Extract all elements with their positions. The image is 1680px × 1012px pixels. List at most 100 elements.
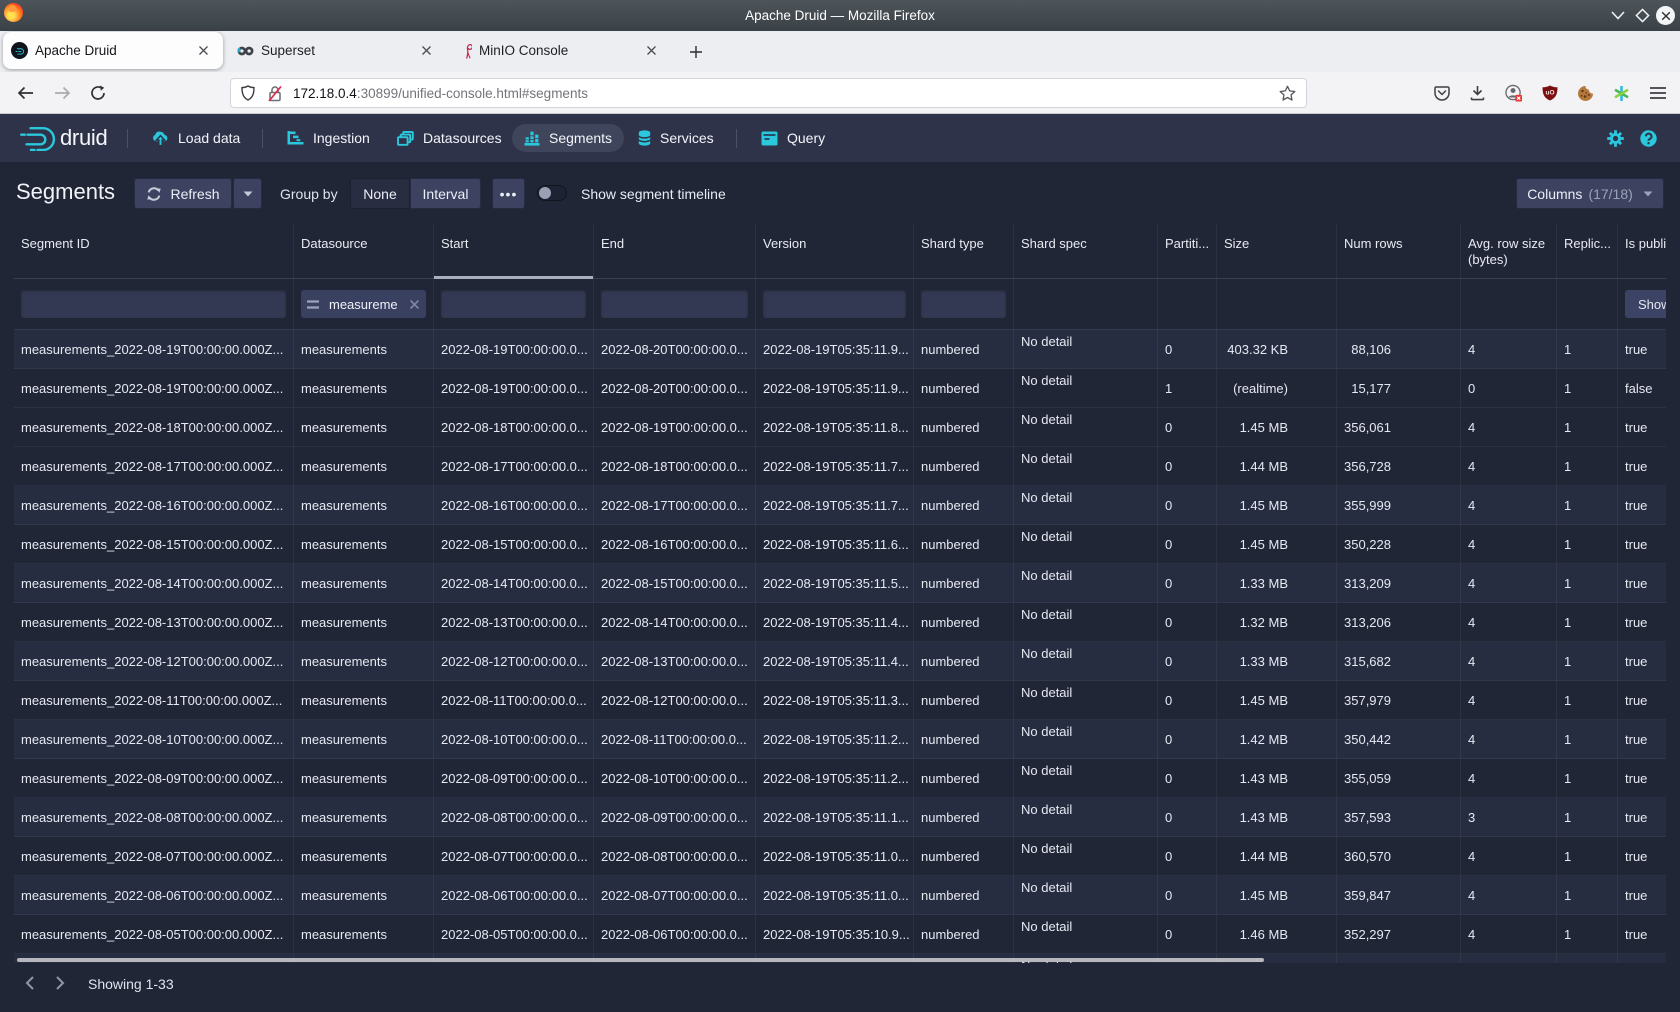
reload-button[interactable] — [83, 78, 113, 108]
table-row[interactable]: measurements_2022-08-07T00:00:00.000Z...… — [14, 837, 1666, 876]
nav-item-query[interactable]: Query — [761, 124, 825, 152]
nav-item-services[interactable]: Services — [638, 124, 714, 152]
help-icon[interactable] — [1640, 130, 1657, 147]
group-by-none-button[interactable]: None — [350, 178, 410, 209]
refresh-button[interactable]: Refresh — [134, 178, 232, 209]
column-header-num_rows[interactable]: Num rows — [1337, 223, 1461, 278]
cell-shard_spec[interactable]: No detail — [1014, 759, 1158, 797]
column-header-partition[interactable]: Partiti... — [1158, 223, 1217, 278]
pocket-icon[interactable] — [1433, 85, 1450, 102]
table-row[interactable]: measurements_2022-08-05T00:00:00.000Z...… — [14, 915, 1666, 954]
tab-close-icon[interactable] — [191, 39, 215, 63]
previous-page-button[interactable] — [25, 976, 43, 994]
cell-shard_spec[interactable]: No detail — [1014, 330, 1158, 368]
table-row[interactable]: measurements_2022-08-13T00:00:00.000Z...… — [14, 603, 1666, 642]
cell-shard_spec[interactable]: No detail — [1014, 603, 1158, 641]
window-close-button[interactable] — [1656, 6, 1675, 25]
filter-input-end[interactable] — [601, 290, 748, 318]
cell-shard_spec[interactable]: No detail — [1014, 720, 1158, 758]
segment-timeline-toggle[interactable] — [537, 185, 567, 201]
filter-input-id[interactable] — [21, 290, 286, 318]
next-page-button[interactable] — [56, 976, 74, 994]
tab-minio[interactable]: MinIO Console — [455, 32, 671, 69]
column-header-id[interactable]: Segment ID — [14, 223, 294, 278]
url-address-bar[interactable]: 172.18.0.4:30899/unified-console.html#se… — [230, 78, 1307, 108]
datasource-filter-tag[interactable]: measureme — [301, 290, 426, 318]
table-row[interactable]: measurements_2022-08-06T00:00:00.000Z...… — [14, 876, 1666, 915]
bookmark-star-icon[interactable] — [1279, 85, 1296, 101]
table-row[interactable]: measurements_2022-08-10T00:00:00.000Z...… — [14, 720, 1666, 759]
menu-hamburger-icon[interactable] — [1649, 85, 1666, 102]
ublock-origin-icon[interactable]: uO — [1541, 85, 1558, 102]
group-by-interval-button[interactable]: Interval — [410, 178, 481, 209]
table-row[interactable]: measurements_2022-08-19T00:00:00.000Z...… — [14, 369, 1666, 408]
column-header-replication[interactable]: Replic... — [1557, 223, 1618, 278]
nav-item-segments[interactable]: Segments — [512, 124, 624, 152]
cell-shard_spec[interactable]: No detail — [1014, 798, 1158, 836]
table-row[interactable]: measurements_2022-08-16T00:00:00.000Z...… — [14, 486, 1666, 525]
cell-shard_spec[interactable]: No detail — [1014, 408, 1158, 446]
back-button[interactable] — [10, 78, 40, 108]
account-error-icon[interactable] — [1505, 85, 1522, 102]
nav-item-ingestion[interactable]: Ingestion — [287, 124, 370, 152]
tab-close-icon[interactable] — [639, 39, 663, 63]
download-icon[interactable] — [1469, 85, 1486, 102]
filter-input-version[interactable] — [763, 290, 906, 318]
druid-logo[interactable]: druid — [14, 114, 107, 162]
nav-item-datasources[interactable]: Datasources — [397, 124, 502, 152]
cell-avg_row_size: 4 — [1461, 525, 1557, 563]
color-asterisk-icon[interactable] — [1613, 85, 1630, 102]
window-maximize-button[interactable] — [1633, 6, 1652, 25]
table-row[interactable]: measurements_2022-08-15T00:00:00.000Z...… — [14, 525, 1666, 564]
is-published-filter-button[interactable]: Show a — [1625, 290, 1666, 318]
column-header-end[interactable]: End — [594, 223, 756, 278]
tab-superset[interactable]: Superset — [229, 32, 446, 69]
cell-is_published: true — [1618, 759, 1666, 797]
horizontal-scrollbar[interactable] — [17, 958, 1264, 963]
new-tab-button[interactable] — [683, 39, 709, 65]
table-row[interactable]: measurements_2022-08-11T00:00:00.000Z...… — [14, 681, 1666, 720]
table-row[interactable]: measurements_2022-08-09T00:00:00.000Z...… — [14, 759, 1666, 798]
cell-shard_spec[interactable]: No detail — [1014, 915, 1158, 953]
tab-close-icon[interactable] — [414, 39, 438, 63]
cell-shard_spec[interactable]: No detail — [1014, 642, 1158, 680]
filter-cell-avg_row_size — [1461, 279, 1557, 330]
filter-input-shard_type[interactable] — [921, 290, 1006, 318]
column-header-is_published[interactable]: Is publi — [1618, 223, 1666, 278]
cell-shard_spec[interactable]: No detail — [1014, 369, 1158, 407]
column-header-start[interactable]: Start — [434, 223, 594, 278]
lock-insecure-icon[interactable] — [267, 85, 283, 102]
cell-shard_spec[interactable]: No detail — [1014, 681, 1158, 719]
column-header-shard_spec[interactable]: Shard spec — [1014, 223, 1158, 278]
column-header-version[interactable]: Version — [756, 223, 914, 278]
cell-shard_spec[interactable]: No detail — [1014, 876, 1158, 914]
columns-button[interactable]: Columns (17/18) — [1516, 178, 1664, 209]
settings-gear-icon[interactable] — [1607, 130, 1624, 147]
forward-button[interactable] — [47, 78, 77, 108]
table-row[interactable]: measurements_2022-08-18T00:00:00.000Z...… — [14, 408, 1666, 447]
column-header-shard_type[interactable]: Shard type — [914, 223, 1014, 278]
cell-shard_spec[interactable]: No detail — [1014, 447, 1158, 485]
nav-item-load-data[interactable]: Load data — [152, 124, 240, 152]
column-header-datasource[interactable]: Datasource — [294, 223, 434, 278]
multi-select-icon — [397, 131, 414, 146]
column-header-avg_row_size[interactable]: Avg. row size (bytes) — [1461, 223, 1557, 278]
filter-input-start[interactable] — [441, 290, 586, 318]
cookie-icon[interactable] — [1577, 85, 1594, 102]
window-minimize-button[interactable] — [1608, 6, 1627, 25]
refresh-dropdown-button[interactable] — [233, 178, 262, 209]
tab-apache-druid[interactable]: Apache Druid — [3, 32, 223, 69]
table-row[interactable]: measurements_2022-08-08T00:00:00.000Z...… — [14, 798, 1666, 837]
cell-shard_spec[interactable]: No detail — [1014, 525, 1158, 563]
table-row[interactable]: measurements_2022-08-14T00:00:00.000Z...… — [14, 564, 1666, 603]
table-row[interactable]: measurements_2022-08-12T00:00:00.000Z...… — [14, 642, 1666, 681]
cell-shard_spec[interactable]: No detail — [1014, 486, 1158, 524]
shield-permissions-icon[interactable] — [241, 85, 255, 101]
column-header-size[interactable]: Size — [1217, 223, 1337, 278]
table-row[interactable]: measurements_2022-08-17T00:00:00.000Z...… — [14, 447, 1666, 486]
remove-filter-icon[interactable] — [409, 299, 420, 310]
cell-shard_spec[interactable]: No detail — [1014, 837, 1158, 875]
cell-shard_spec[interactable]: No detail — [1014, 564, 1158, 602]
table-row[interactable]: measurements_2022-08-19T00:00:00.000Z...… — [14, 330, 1666, 369]
more-actions-button[interactable]: ••• — [492, 178, 525, 209]
